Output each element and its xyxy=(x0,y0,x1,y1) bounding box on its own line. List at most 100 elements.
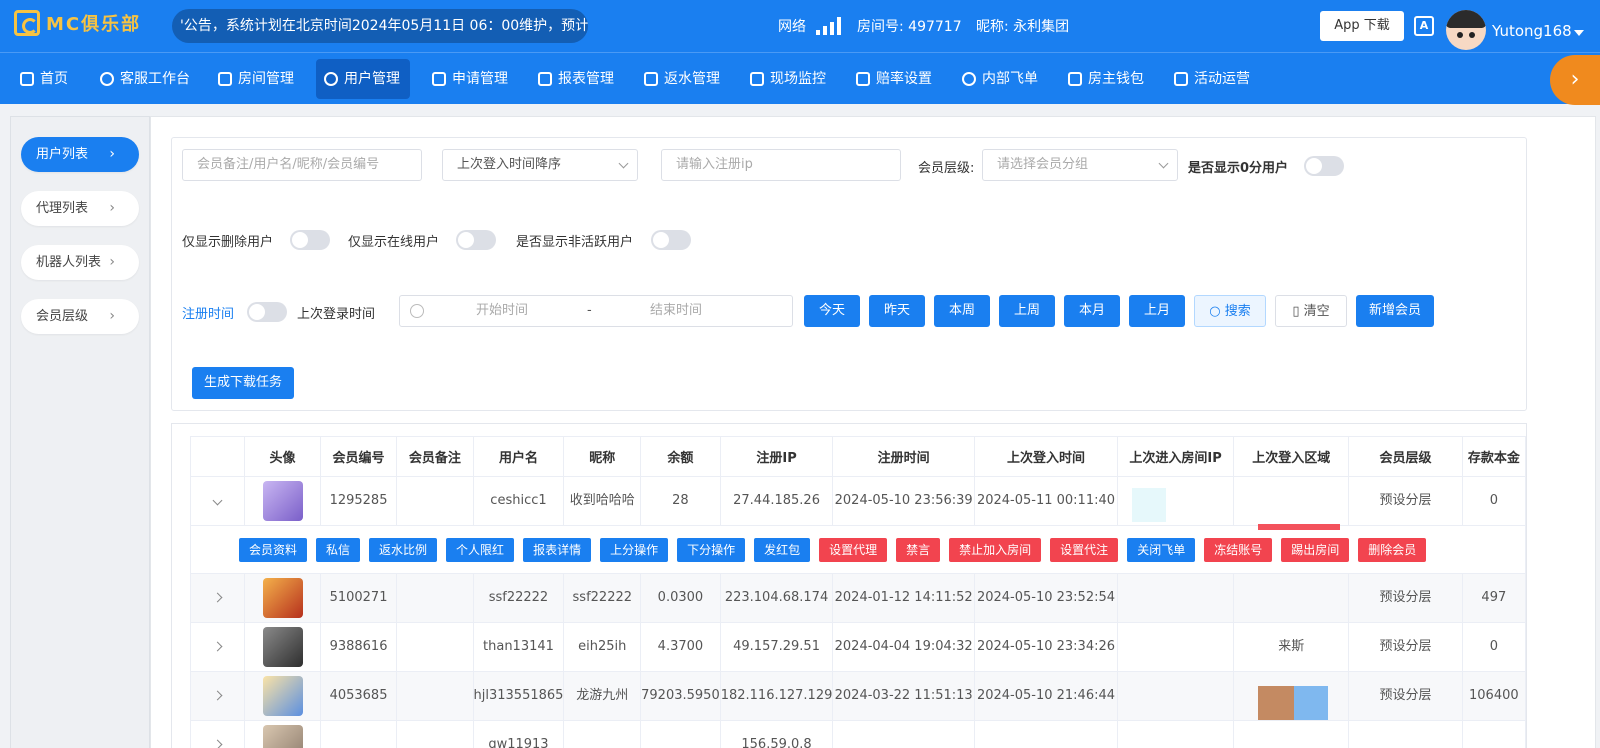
last-week-button[interactable]: 上周 xyxy=(999,295,1055,327)
col-room-ip: 上次进入房间IP xyxy=(1116,436,1235,477)
time-type-toggle[interactable] xyxy=(247,302,287,322)
col-deposit: 存款本金 xyxy=(1461,436,1527,477)
member-avatar xyxy=(262,725,303,748)
sidebar-item-member-level[interactable]: 会员层级 › xyxy=(21,299,139,334)
deleted-only-toggle[interactable] xyxy=(290,230,330,250)
action-button-0[interactable]: 会员资料 xyxy=(239,537,308,562)
col-balance: 余额 xyxy=(640,436,721,477)
sidebar-item-robot-list[interactable]: 机器人列表 › xyxy=(21,245,139,280)
nav-live-monitor[interactable]: 现场监控 xyxy=(742,59,834,99)
wallet-icon xyxy=(1068,72,1082,86)
chevron-right-icon: › xyxy=(109,146,115,162)
action-button-5[interactable]: 上分操作 xyxy=(600,537,669,562)
nav-next-button[interactable]: › xyxy=(1550,55,1600,105)
nav-room-management[interactable]: 房间管理 xyxy=(210,59,302,99)
register-ip-input[interactable]: 请输入注册ip xyxy=(661,149,901,181)
action-button-13[interactable]: 冻结账号 xyxy=(1204,537,1273,562)
action-button-2[interactable]: 返水比例 xyxy=(369,537,438,562)
action-button-14[interactable]: 踢出房间 xyxy=(1281,537,1350,562)
col-level: 会员层级 xyxy=(1348,436,1463,477)
app-download-button[interactable]: App 下载 xyxy=(1320,11,1404,41)
chevron-right-icon[interactable] xyxy=(212,641,223,652)
export-task-button[interactable]: 生成下载任务 xyxy=(192,367,294,399)
nav-user-management[interactable]: 用户管理 xyxy=(316,59,410,99)
online-only-toggle[interactable] xyxy=(456,230,496,250)
action-button-6[interactable]: 下分操作 xyxy=(677,537,746,562)
action-button-7[interactable]: 发红包 xyxy=(754,537,811,562)
member-avatar xyxy=(262,481,303,521)
search-button[interactable]: ○ 搜索 xyxy=(1194,295,1266,327)
sidebar-item-user-list[interactable]: 用户列表 › xyxy=(21,137,139,172)
inactive-label: 是否显示非活跃用户 xyxy=(516,235,634,250)
nav-owner-wallet[interactable]: 房主钱包 xyxy=(1060,59,1152,99)
table-row[interactable]: 5100271 ssf22222 ssf22222 0.0300 223.104… xyxy=(189,573,1527,623)
nav-report-management[interactable]: 报表管理 xyxy=(530,59,622,99)
notice-marquee: '公告，系统计划在北京时间2024年05月11日 06：00维护，预计 xyxy=(172,9,588,43)
table-header: 头像 会员编号 会员备注 用户名 昵称 余额 注册IP 注册时间 上次登入时间 … xyxy=(189,436,1527,477)
member-level-select[interactable]: 请选择会员分组 xyxy=(982,149,1178,181)
add-member-button[interactable]: 新增会员 xyxy=(1356,295,1434,327)
nav-service-desk[interactable]: 客服工作台 xyxy=(92,59,198,99)
range-separator: - xyxy=(587,303,592,318)
trash-icon: ▯ xyxy=(1292,304,1300,319)
sort-select[interactable]: 上次登入时间降序 xyxy=(442,149,638,181)
refresh-icon xyxy=(962,72,976,86)
nav-rebate-management[interactable]: 返水管理 xyxy=(636,59,728,99)
chevron-right-icon[interactable] xyxy=(212,690,223,701)
nav-application-management[interactable]: 申请管理 xyxy=(424,59,516,99)
chevron-down-icon[interactable] xyxy=(1574,30,1584,36)
action-button-11[interactable]: 设置代注 xyxy=(1050,537,1119,562)
action-button-8[interactable]: 设置代理 xyxy=(819,537,888,562)
action-button-15[interactable]: 删除会员 xyxy=(1358,537,1427,562)
yesterday-button[interactable]: 昨天 xyxy=(869,295,925,327)
redaction-mask xyxy=(1258,686,1294,720)
col-avatar: 头像 xyxy=(244,436,321,477)
username[interactable]: Yutong168 xyxy=(1492,22,1572,40)
nav-home[interactable]: 首页 xyxy=(12,59,76,99)
translate-icon[interactable]: A xyxy=(1414,16,1434,36)
row-actions: 会员资料 私信 返水比例 个人限红 报表详情 上分操作 下分操作 发红包 设置代理 禁言 禁止加入房… xyxy=(190,525,1526,574)
member-level-label: 会员层级: xyxy=(918,161,975,176)
start-time-input[interactable]: 开始时间 xyxy=(476,296,528,326)
col-member-note: 会员备注 xyxy=(396,436,474,477)
sidebar-item-agent-list[interactable]: 代理列表 › xyxy=(21,191,139,226)
search-input[interactable]: 会员备注/用户名/昵称/会员编号 xyxy=(182,149,422,181)
redaction-mask xyxy=(1258,524,1340,530)
search-icon: ○ xyxy=(1209,304,1221,319)
clear-button[interactable]: ▯ 清空 xyxy=(1275,295,1347,327)
chevron-right-icon[interactable] xyxy=(212,739,223,748)
today-button[interactable]: 今天 xyxy=(804,295,860,327)
table-row[interactable]: 9388616 than13141 eih25ih 4.3700 49.157.… xyxy=(189,622,1527,672)
nav-odds-settings[interactable]: 赔率设置 xyxy=(848,59,940,99)
deleted-only-label: 仅显示删除用户 xyxy=(182,235,274,250)
user-avatar[interactable] xyxy=(1446,10,1486,50)
inactive-toggle[interactable] xyxy=(651,230,691,250)
network-status: 网络 xyxy=(778,16,841,36)
action-button-10[interactable]: 禁止加入房间 xyxy=(949,537,1042,562)
table-row[interactable]: 1295285 ceshicc1 收到哈哈哈 28 27.44.185.26 2… xyxy=(189,476,1527,526)
action-button-1[interactable]: 私信 xyxy=(316,537,361,562)
chevron-right-icon: › xyxy=(109,308,115,324)
col-member-id: 会员编号 xyxy=(319,436,398,477)
chevron-right-icon[interactable] xyxy=(212,592,223,603)
date-range-picker[interactable]: 开始时间 - 结束时间 xyxy=(399,295,793,327)
action-button-9[interactable]: 禁言 xyxy=(896,537,941,562)
last-month-button[interactable]: 上月 xyxy=(1129,295,1185,327)
action-button-3[interactable]: 个人限红 xyxy=(446,537,515,562)
register-time-label: 注册时间 xyxy=(182,307,235,322)
nickname: 昵称: 永利集团 xyxy=(976,19,1070,35)
this-week-button[interactable]: 本周 xyxy=(934,295,990,327)
action-button-4[interactable]: 报表详情 xyxy=(523,537,592,562)
logo[interactable]: MC俱乐部 xyxy=(14,10,141,36)
chevron-down-icon[interactable] xyxy=(212,495,223,506)
col-username: 用户名 xyxy=(472,436,565,477)
room-number: 房间号: 497717 xyxy=(857,19,962,35)
action-bar: 会员资料 私信 返水比例 个人限红 报表详情 上分操作 下分操作 发红包 设置代理 禁言 禁止加入房… xyxy=(192,537,1525,562)
end-time-input[interactable]: 结束时间 xyxy=(650,296,702,326)
action-button-12[interactable]: 关闭飞单 xyxy=(1127,537,1196,562)
nav-activity-operations[interactable]: 活动运营 xyxy=(1166,59,1258,99)
show-zero-toggle[interactable] xyxy=(1304,156,1344,176)
table-row[interactable]: qw11913 156.59.0.8 xyxy=(189,720,1527,748)
this-month-button[interactable]: 本月 xyxy=(1064,295,1120,327)
nav-internal-orders[interactable]: 内部飞单 xyxy=(954,59,1046,99)
